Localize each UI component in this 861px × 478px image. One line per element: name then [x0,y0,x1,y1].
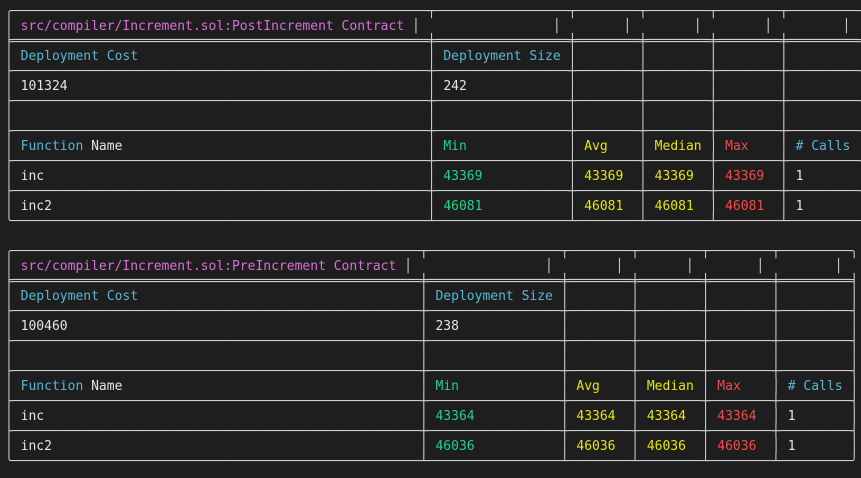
calls-header: # Calls [787,379,843,394]
deployment-size-value: 238 [435,319,459,334]
table-border: ├───────────────────────────────────────… [5,304,859,319]
table-border: ├───────────────────────────────────────… [5,154,861,169]
name-header-label: Name [91,139,123,154]
max-header: Max [717,379,741,394]
avg-value: 43369 [584,169,624,184]
function-name: inc2 [20,439,52,454]
calls-header: # Calls [795,139,851,154]
table-border: ├───────────────────────────────────────… [5,184,861,199]
min-value: 46036 [435,439,475,454]
max-value: 46036 [717,439,757,454]
deployment-header-row: │ Deployment Cost │ Deployment Size │ │ … [5,49,861,64]
max-value: 43364 [717,409,757,424]
max-value: 46081 [725,199,765,214]
avg-header: Avg [576,379,600,394]
function-header-label: Function [20,139,84,154]
table-border: ├───────────────────────────────────────… [5,424,859,439]
table-border: ├───────────────────────────────────────… [5,124,861,139]
deployment-values-row: │ 100460 │ 238 │ │ │ │ │ [5,319,859,334]
deployment-cost-value: 101324 [20,79,68,94]
median-value: 46036 [646,439,686,454]
function-header-row: │ Function Name │ Min │ Avg │ Median │ M… [5,379,859,394]
table-border: ╰───────────────────────────────────────… [5,454,859,469]
calls-value: 1 [787,439,796,454]
name-header-label: Name [91,379,123,394]
table-border: ├───────────────────────────────────────… [5,364,859,379]
max-value: 43369 [725,169,765,184]
function-header-label: Function [20,379,84,394]
deployment-size-value: 242 [443,79,467,94]
deployment-cost-label: Deployment Cost [20,49,139,64]
function-name: inc2 [20,199,52,214]
function-header-row: │ Function Name │ Min │ Avg │ Median │ M… [5,139,861,154]
deployment-cost-value: 100460 [20,319,68,334]
min-value: 46081 [443,199,483,214]
min-value: 43369 [443,169,483,184]
deployment-values-row: │ 101324 │ 242 │ │ │ │ │ [5,79,861,94]
median-header: Median [646,379,694,394]
table-row: │ inc2 │ 46081 │ 46081 │ 46081 │ 46081 │… [5,199,861,214]
max-header: Max [725,139,749,154]
median-value: 43364 [646,409,686,424]
median-value: 43369 [654,169,694,184]
deployment-size-label: Deployment Size [435,289,553,304]
contract-title: src/compiler/Increment.sol:PostIncrement… [20,19,405,34]
table-border: ╞═══════════════════════════════════════… [5,274,859,289]
deployment-size-label: Deployment Size [443,49,561,64]
terminal-output: ╭───────────────────────────────────────… [0,0,861,478]
table-border: ├───────────────────────────────────────… [5,94,861,109]
function-name: inc [20,169,45,184]
table-border: ╭───────────────────────────────────────… [5,244,859,259]
median-value: 46081 [654,199,694,214]
table-border: ╞═══════════════════════════════════════… [5,34,861,49]
table-row: │ inc │ 43364 │ 43364 │ 43364 │ 43364 │ … [5,409,859,424]
table-title-row: │ src/compiler/Increment.sol:PreIncremen… [5,259,843,274]
table-border: ├───────────────────────────────────────… [5,394,859,409]
avg-value: 46081 [584,199,624,214]
avg-value: 43364 [576,409,616,424]
table-border: ╭───────────────────────────────────────… [5,4,861,19]
table-row: │ inc2 │ 46036 │ 46036 │ 46036 │ 46036 │… [5,439,859,454]
median-header: Median [654,139,702,154]
min-header: Min [443,139,467,154]
table-title-row: │ src/compiler/Increment.sol:PostIncreme… [5,19,851,34]
table-border: ├───────────────────────────────────────… [5,334,859,349]
empty-row: │ │ │ │ │ │ │ [5,109,861,124]
table-row: │ inc │ 43369 │ 43369 │ 43369 │ 43369 │ … [5,169,861,184]
calls-value: 1 [787,409,796,424]
deployment-cost-label: Deployment Cost [20,289,139,304]
min-header: Min [435,379,459,394]
min-value: 43364 [435,409,475,424]
avg-header: Avg [584,139,608,154]
function-name: inc [20,409,45,424]
empty-row: │ │ │ │ │ │ │ [5,349,859,364]
deployment-header-row: │ Deployment Cost │ Deployment Size │ │ … [5,289,859,304]
contract-title: src/compiler/Increment.sol:PreIncrement … [20,259,397,274]
table-border: ╰───────────────────────────────────────… [5,214,861,229]
avg-value: 46036 [576,439,616,454]
table-border: ├───────────────────────────────────────… [5,64,861,79]
